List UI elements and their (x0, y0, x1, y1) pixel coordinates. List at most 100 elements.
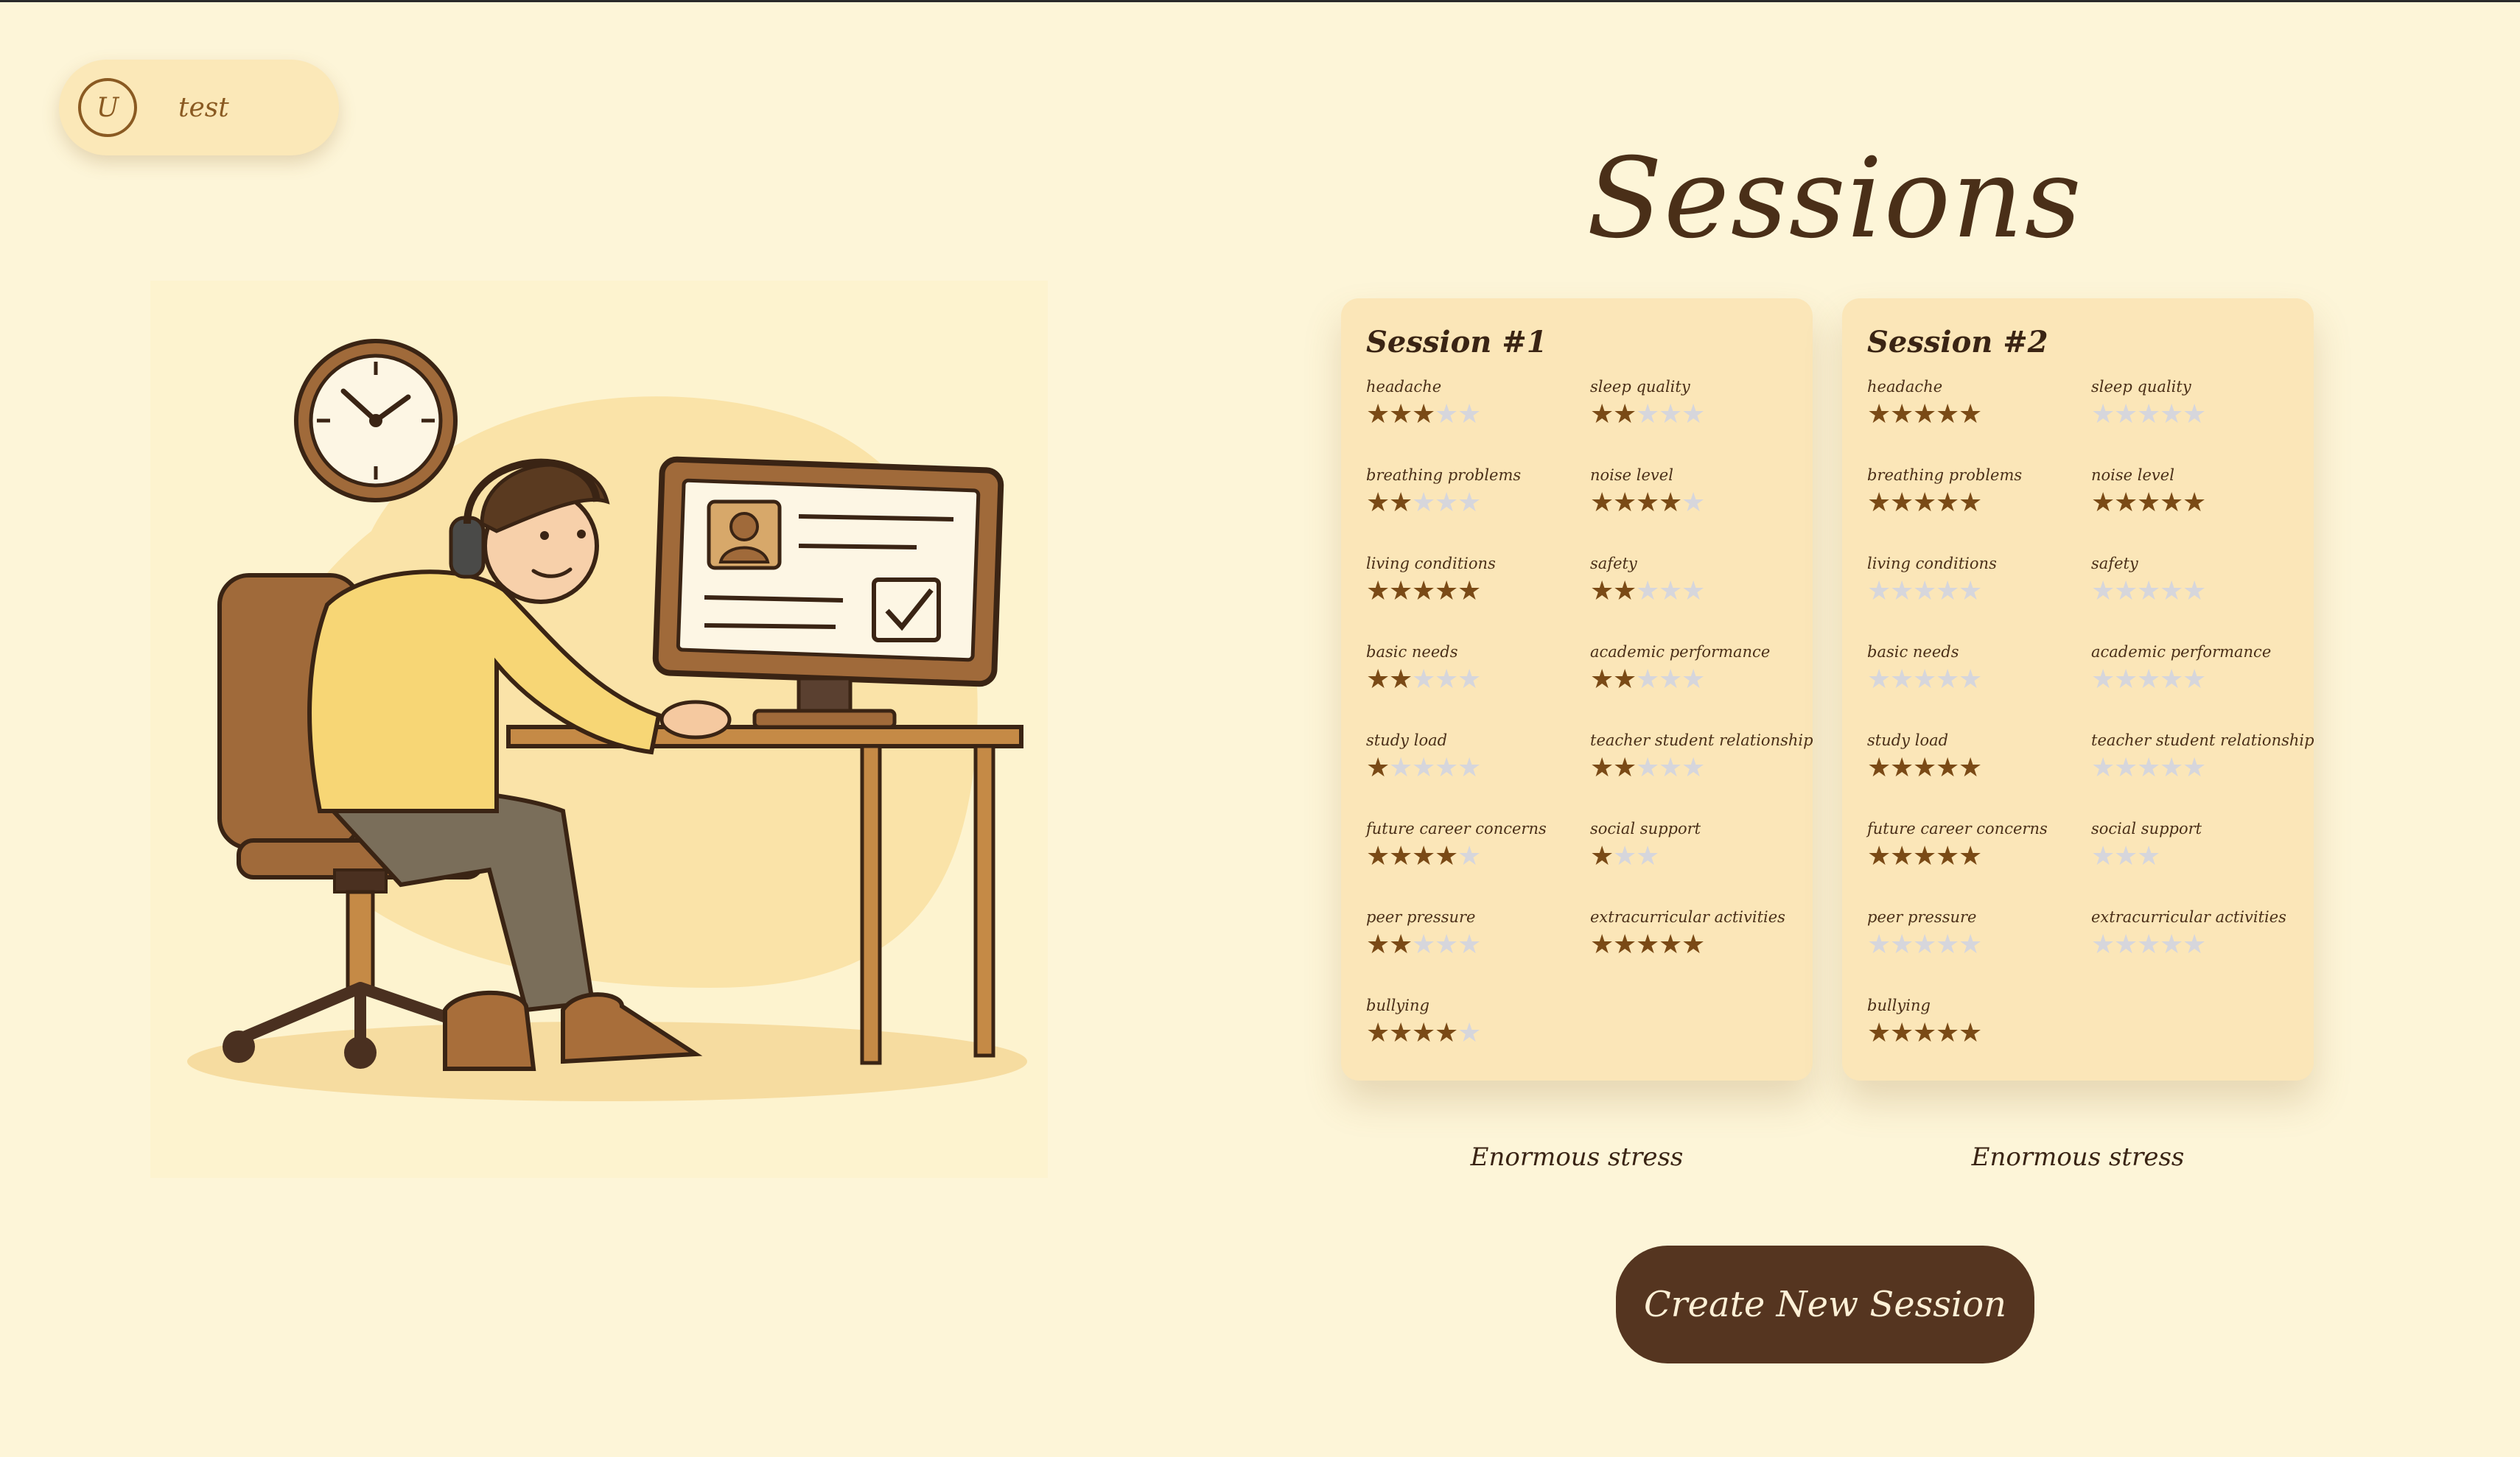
metric-label: noise level (2091, 466, 2174, 484)
metric-label: basic needs (1366, 643, 1458, 661)
star-icon: ★ (1681, 488, 1706, 518)
star-icon: ★ (1590, 399, 1614, 429)
star-icon: ★ (1636, 841, 1660, 871)
star-icon: ★ (2160, 930, 2184, 960)
star-rating: ★★★★★ (1590, 488, 1811, 518)
star-icon: ★ (1457, 576, 1482, 606)
metric-rating: living conditions ★★★★★ (1867, 555, 2088, 606)
star-icon: ★ (1681, 930, 1706, 960)
star-icon: ★ (1867, 576, 1891, 606)
page-title: Sessions (1586, 135, 2083, 263)
star-icon: ★ (2091, 930, 2115, 960)
star-icon: ★ (1366, 488, 1390, 518)
user-profile-chip[interactable]: U test (59, 60, 339, 155)
star-icon: ★ (1936, 1018, 1960, 1048)
star-icon: ★ (1681, 753, 1706, 783)
star-icon: ★ (1457, 399, 1482, 429)
star-rating: ★★★★★ (1590, 400, 1811, 429)
star-icon: ★ (2091, 488, 2115, 518)
metric-label: living conditions (1867, 555, 1997, 572)
star-icon: ★ (1457, 1018, 1482, 1048)
star-icon: ★ (1936, 753, 1960, 783)
star-icon: ★ (2091, 576, 2115, 606)
metric-rating: peer pressure ★★★★★ (1366, 908, 1587, 960)
star-icon: ★ (1913, 1018, 1937, 1048)
star-icon: ★ (2183, 576, 2207, 606)
star-icon: ★ (1435, 664, 1459, 695)
star-icon: ★ (1366, 399, 1390, 429)
star-icon: ★ (1435, 753, 1459, 783)
metric-label: future career concerns (1366, 820, 1547, 838)
star-icon: ★ (1457, 930, 1482, 960)
star-icon: ★ (2137, 664, 2161, 695)
star-icon: ★ (1590, 488, 1614, 518)
star-icon: ★ (1366, 1018, 1390, 1048)
star-icon: ★ (1457, 841, 1482, 871)
star-icon: ★ (1681, 576, 1706, 606)
star-rating: ★★★★★ (1590, 930, 1811, 960)
session-title: Session #2 (1867, 325, 2048, 359)
star-rating: ★★★★★ (2091, 930, 2312, 960)
star-rating: ★★★ (1590, 842, 1811, 871)
star-icon: ★ (1890, 664, 1914, 695)
star-icon: ★ (1913, 488, 1937, 518)
metric-label: academic performance (2091, 643, 2272, 661)
star-icon: ★ (1636, 488, 1660, 518)
star-icon: ★ (2137, 576, 2161, 606)
metric-label: extracurricular activities (1590, 908, 1785, 926)
star-icon: ★ (2091, 399, 2115, 429)
star-rating: ★★★★★ (1366, 577, 1587, 606)
metric-rating: noise level ★★★★★ (2091, 466, 2312, 518)
star-icon: ★ (1412, 841, 1436, 871)
session-card[interactable]: Session #2 headache ★★★★★ sleep quality ★★★… (1842, 298, 2314, 1081)
star-icon: ★ (1659, 576, 1683, 606)
star-rating: ★★★★★ (1867, 930, 2088, 960)
metric-label: study load (1867, 731, 1949, 749)
star-icon: ★ (1936, 488, 1960, 518)
star-icon: ★ (1435, 399, 1459, 429)
star-icon: ★ (2183, 664, 2207, 695)
metric-rating: social support ★★★ (1590, 820, 1811, 871)
star-rating: ★★★★★ (2091, 488, 2312, 518)
star-icon: ★ (2160, 753, 2184, 783)
star-icon: ★ (1366, 576, 1390, 606)
metric-label: peer pressure (1867, 908, 1977, 926)
star-icon: ★ (1389, 664, 1413, 695)
star-icon: ★ (1867, 664, 1891, 695)
star-icon: ★ (1913, 841, 1937, 871)
star-icon: ★ (2091, 841, 2115, 871)
star-icon: ★ (2183, 488, 2207, 518)
star-icon: ★ (1936, 399, 1960, 429)
metric-rating: headache ★★★★★ (1867, 378, 2088, 429)
star-icon: ★ (1389, 753, 1413, 783)
star-icon: ★ (1913, 930, 1937, 960)
star-icon: ★ (1959, 1018, 1983, 1048)
star-icon: ★ (2160, 664, 2184, 695)
metric-label: teacher student relationship (2091, 731, 2314, 749)
star-icon: ★ (1867, 1018, 1891, 1048)
star-icon: ★ (1435, 1018, 1459, 1048)
star-icon: ★ (1681, 664, 1706, 695)
session-summary: Enormous stress (1470, 1142, 1684, 1172)
session-card[interactable]: Session #1 headache ★★★★★ sleep quality ★★★… (1341, 298, 1813, 1081)
metric-label: safety (2091, 555, 2138, 572)
star-icon: ★ (1435, 488, 1459, 518)
star-rating: ★★★★★ (1366, 400, 1587, 429)
star-icon: ★ (1959, 399, 1983, 429)
star-icon: ★ (1913, 576, 1937, 606)
metric-rating: teacher student relationship ★★★★★ (2091, 731, 2314, 783)
star-icon: ★ (1659, 488, 1683, 518)
create-new-session-button[interactable]: Create New Session (1616, 1246, 2034, 1363)
star-icon: ★ (2160, 488, 2184, 518)
star-rating: ★★★★★ (1867, 754, 2088, 783)
metric-label: bullying (1867, 997, 1931, 1014)
star-icon: ★ (1435, 841, 1459, 871)
star-rating: ★★★★★ (1590, 665, 1811, 695)
star-rating: ★★★ (2091, 842, 2312, 871)
star-icon: ★ (1412, 399, 1436, 429)
star-rating: ★★★★★ (1366, 754, 1587, 783)
metric-rating: teacher student relationship ★★★★★ (1590, 731, 1813, 783)
metric-rating: social support ★★★ (2091, 820, 2312, 871)
star-rating: ★★★★★ (2091, 665, 2312, 695)
star-rating: ★★★★★ (1366, 930, 1587, 960)
